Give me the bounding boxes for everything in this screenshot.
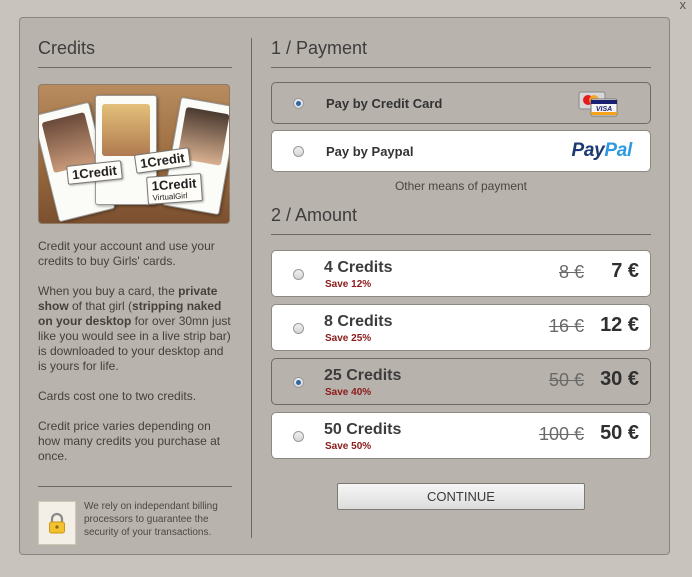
price: 30 € xyxy=(600,368,639,390)
pay-paypal-option[interactable]: Pay by Paypal PayPal xyxy=(271,130,651,172)
info-paragraph-3: Cards cost one to two credits. xyxy=(38,389,197,403)
info-paragraph-2: When you buy a card, the private show of… xyxy=(38,284,231,373)
info-paragraph-1: Credit your account and use your credits… xyxy=(38,239,215,268)
pay-credit-card-option[interactable]: Pay by Credit Card VISA xyxy=(271,82,651,124)
credits-count: 8 Credits xyxy=(324,313,393,330)
checkout-panel: 1 / Payment Pay by Credit Card VISA Pay … xyxy=(271,18,651,510)
amount-option-25-credits[interactable]: 25 Credits Save 40% 50 € 30 € xyxy=(271,358,651,405)
credit-card-label: Pay by Credit Card xyxy=(326,96,443,111)
credit-card-icon: VISA xyxy=(578,91,618,117)
credits-count: 50 Credits xyxy=(324,421,402,438)
credits-count: 25 Credits xyxy=(324,367,402,384)
credits-dialog: Credits 1Credit 1Credit 1Credit VirtualG… xyxy=(19,17,670,555)
amount-radio[interactable] xyxy=(293,323,304,334)
close-button[interactable]: x xyxy=(680,0,687,12)
paypal-radio[interactable] xyxy=(293,146,304,157)
amount-option-4-credits[interactable]: 4 Credits Save 12% 8 € 7 € xyxy=(271,250,651,297)
price: 12 € xyxy=(600,314,639,336)
old-price: 16 € xyxy=(548,316,584,336)
save-percent: Save 12% xyxy=(325,279,372,290)
amount-heading: 2 / Amount xyxy=(271,205,651,235)
price: 7 € xyxy=(611,260,639,282)
amount-option-8-credits[interactable]: 8 Credits Save 25% 16 € 12 € xyxy=(271,304,651,351)
old-price: 50 € xyxy=(548,370,584,390)
credits-count: 4 Credits xyxy=(324,259,393,276)
amount-radio[interactable] xyxy=(293,269,304,280)
other-payment-link[interactable]: Other means of payment xyxy=(271,179,651,193)
payment-heading: 1 / Payment xyxy=(271,38,651,68)
column-divider xyxy=(251,38,252,538)
save-percent: Save 50% xyxy=(325,441,372,452)
info-paragraph-4: Credit price varies depending on how man… xyxy=(38,419,221,463)
amount-radio[interactable] xyxy=(293,431,304,442)
credit-ticket-3: 1Credit VirtualGirl xyxy=(146,173,203,205)
cards-promo-image: 1Credit 1Credit 1Credit VirtualGirl xyxy=(38,84,230,224)
old-price: 8 € xyxy=(558,262,584,282)
save-percent: Save 40% xyxy=(325,387,372,398)
divider xyxy=(38,486,232,487)
credits-info-panel: Credits 1Credit 1Credit 1Credit VirtualG… xyxy=(38,18,232,545)
credits-title: Credits xyxy=(38,38,232,68)
security-note: We rely on independant billing processor… xyxy=(38,501,232,545)
security-text: We rely on independant billing processor… xyxy=(84,501,218,538)
svg-text:VISA: VISA xyxy=(596,106,612,113)
old-price: 100 € xyxy=(538,424,584,444)
price: 50 € xyxy=(600,422,639,444)
save-percent: Save 25% xyxy=(325,333,372,344)
lock-icon xyxy=(38,501,76,545)
amount-radio[interactable] xyxy=(293,377,304,388)
credit-card-radio[interactable] xyxy=(293,98,304,109)
continue-button[interactable]: CONTINUE xyxy=(337,483,585,510)
amount-option-50-credits[interactable]: 50 Credits Save 50% 100 € 50 € xyxy=(271,412,651,459)
paypal-logo: PayPal xyxy=(571,140,632,161)
paypal-label: Pay by Paypal xyxy=(326,144,414,159)
